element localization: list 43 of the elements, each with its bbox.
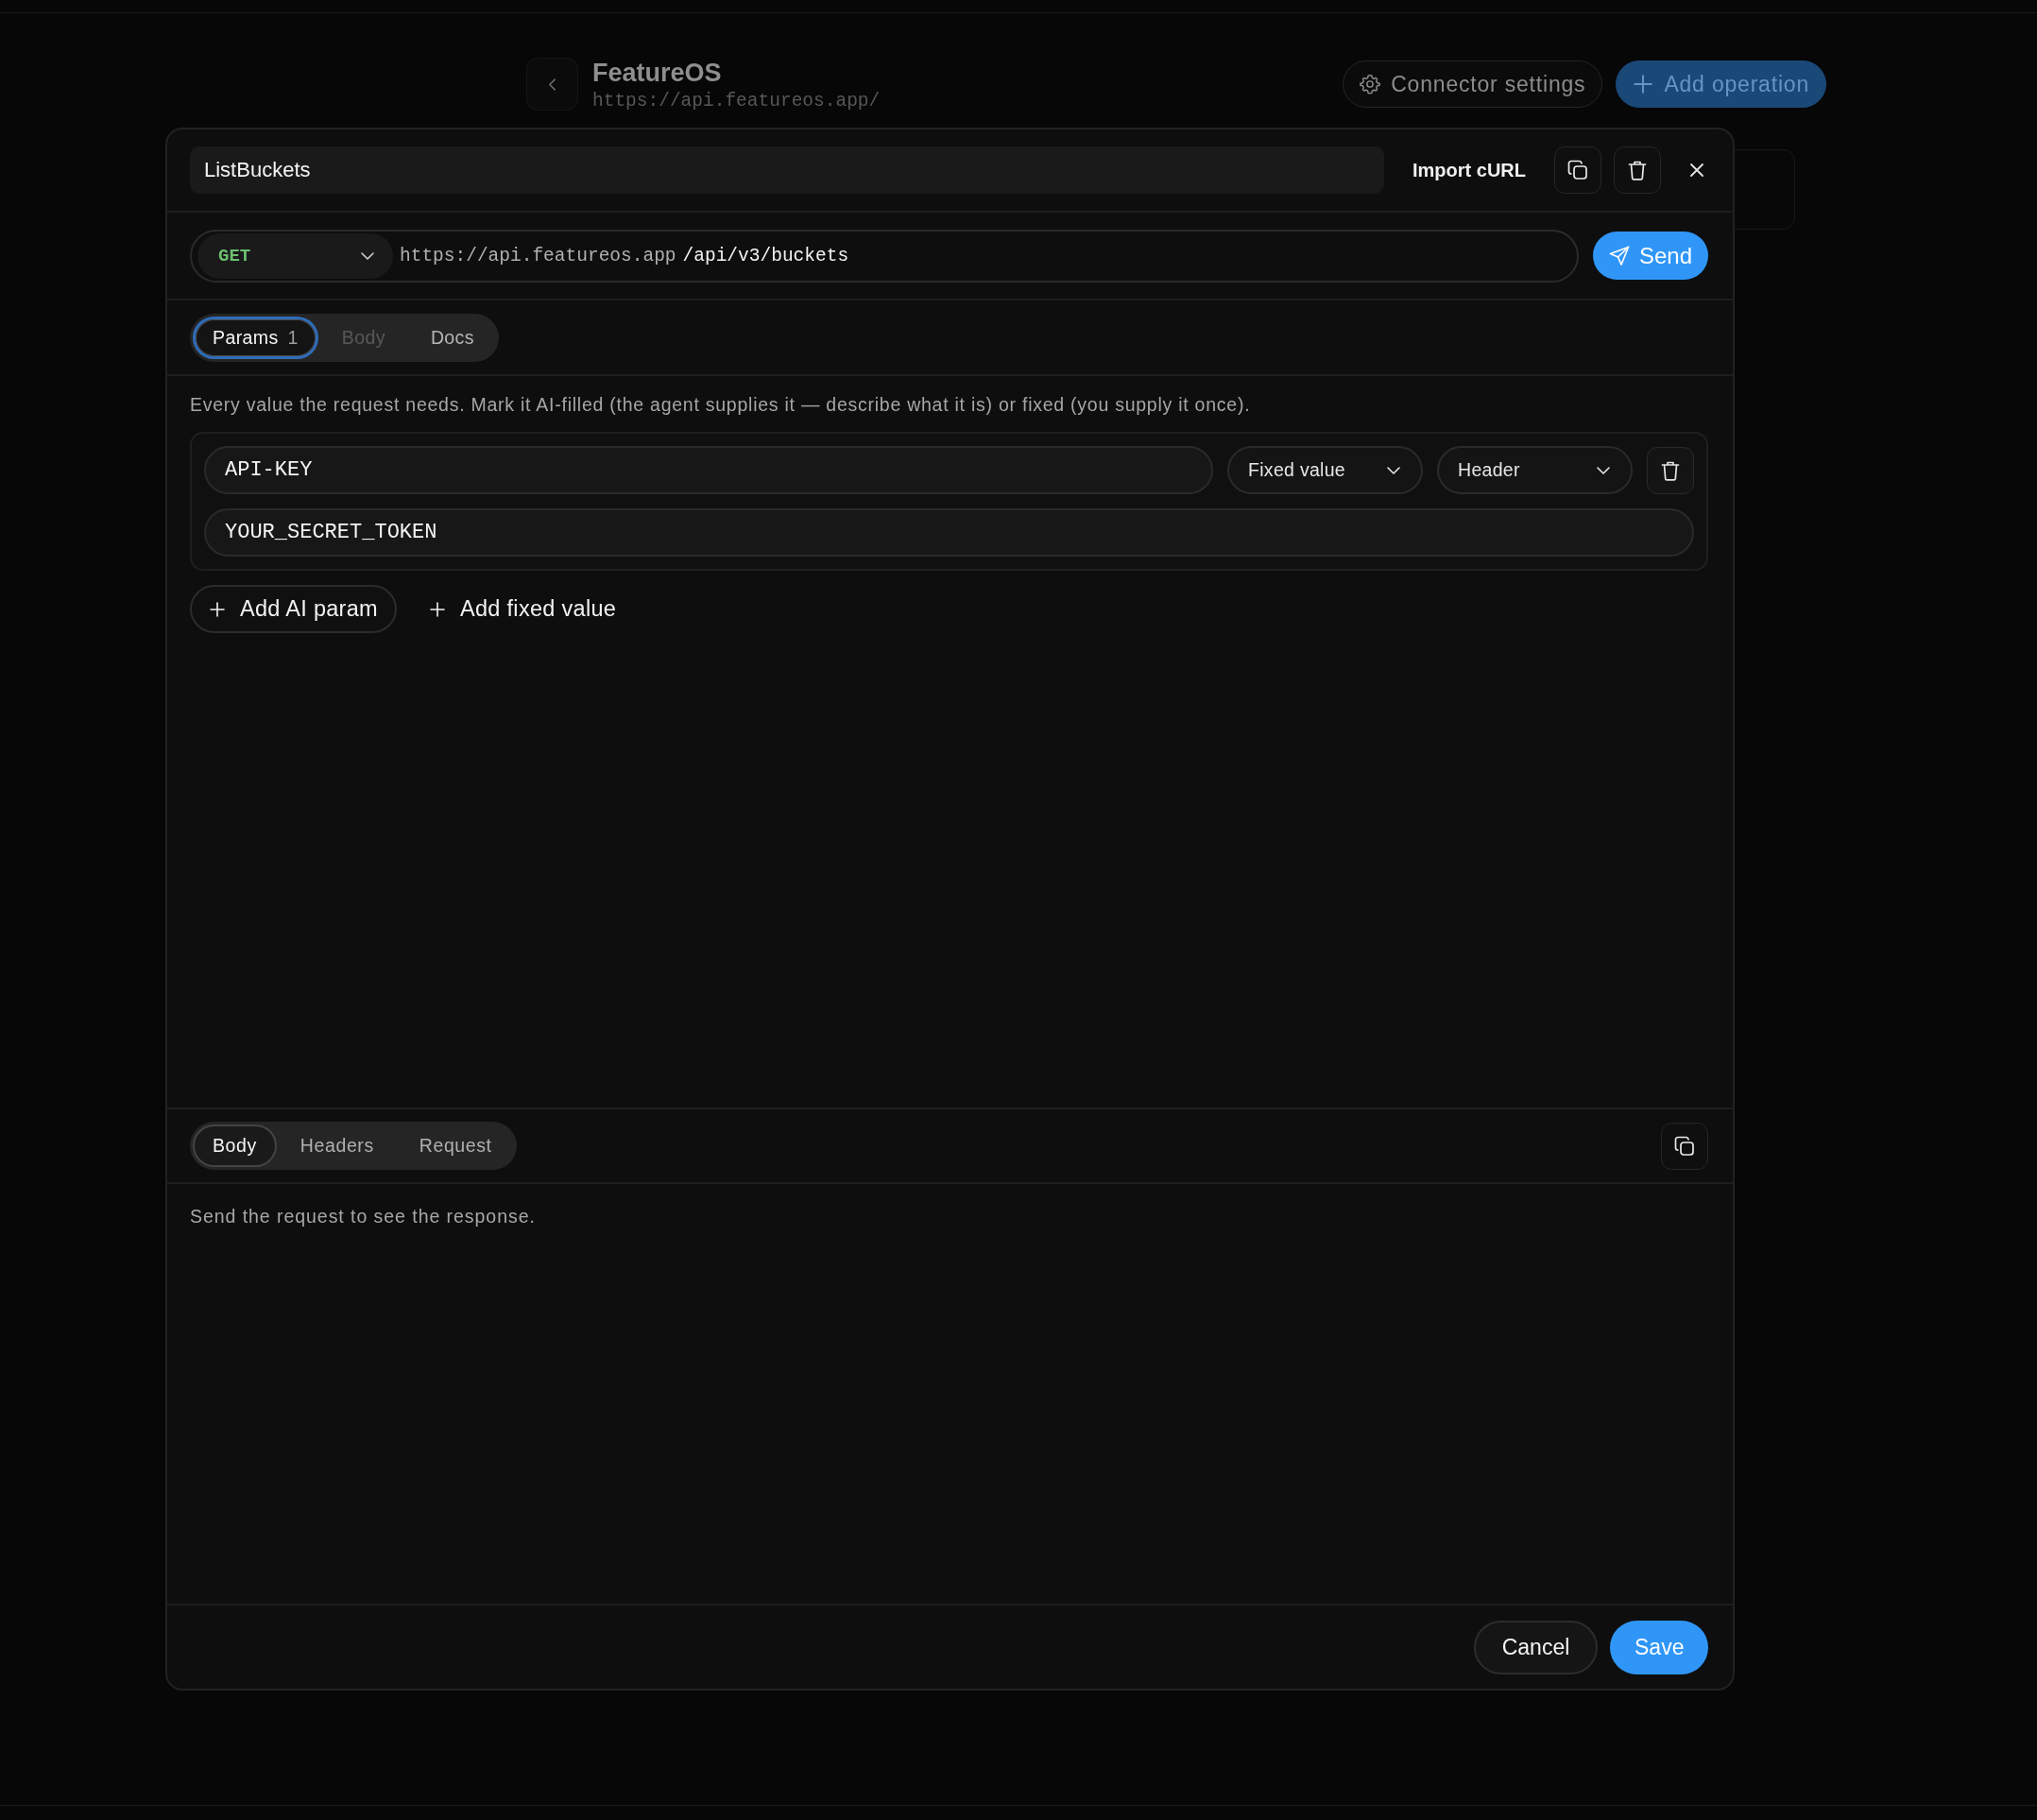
chevron-left-icon (548, 77, 556, 92)
copy-icon (1674, 1135, 1695, 1157)
plus-icon (210, 601, 225, 617)
cancel-button[interactable]: Cancel (1474, 1620, 1598, 1674)
tab-count: 1 (287, 326, 299, 349)
settings-icon (1360, 74, 1381, 94)
import-curl-button[interactable]: Import cURL (1407, 149, 1532, 191)
chevron-down-icon (1597, 466, 1610, 474)
editor-tab[interactable]: Docs (408, 316, 496, 359)
param-location-select[interactable]: Header (1437, 446, 1633, 494)
connector-title: FeatureOS (592, 58, 723, 88)
path-text: /api/v3/buckets (682, 245, 849, 266)
method-label: GET (218, 245, 251, 266)
response-tab[interactable]: Body (193, 1125, 277, 1167)
trash-icon (1628, 160, 1647, 180)
close-icon (1689, 163, 1704, 178)
url-field[interactable]: GET https://api.featureos.app /api/v3/buckets (190, 229, 1579, 283)
connector-settings-button[interactable]: Connector settings (1343, 60, 1603, 108)
delete-button[interactable] (1614, 146, 1661, 194)
chevron-down-icon (361, 251, 374, 260)
method-select[interactable]: GET (197, 232, 393, 279)
editor-tab[interactable]: Params 1 (193, 316, 318, 359)
delete-param-button[interactable] (1647, 446, 1694, 494)
empty-response-message: Send the request to see the response. (190, 1206, 536, 1228)
copy-response-button[interactable] (1661, 1122, 1708, 1170)
connector-base-url: https://api.featureos.app/ (592, 91, 881, 112)
copy-icon (1567, 160, 1588, 180)
add-param-button[interactable]: Add AI param (190, 585, 397, 633)
param-value-field[interactable]: YOUR_SECRET_TOKEN (204, 508, 1694, 557)
response-tab[interactable]: Headers (278, 1125, 396, 1167)
chevron-down-icon (1387, 466, 1400, 474)
add-param-button[interactable]: Add fixed value (410, 585, 636, 633)
param-name-field[interactable]: API-KEY (204, 446, 1213, 494)
send-icon (1608, 245, 1630, 266)
operation-name-field[interactable]: ListBuckets (190, 146, 1384, 194)
trash-icon (1661, 459, 1680, 481)
plus-icon (1633, 74, 1654, 94)
duplicate-button[interactable] (1554, 146, 1601, 194)
plus-icon (430, 601, 445, 617)
params-description: Every value the request needs. Mark it AI-filled (the agent supplies it — describe what it is) or fixed (you supply it once). (190, 393, 1251, 416)
response-tab[interactable]: Request (397, 1125, 514, 1167)
base-url-text: https://api.featureos.app (400, 245, 676, 266)
param-mode-select[interactable]: Fixed value (1227, 446, 1423, 494)
